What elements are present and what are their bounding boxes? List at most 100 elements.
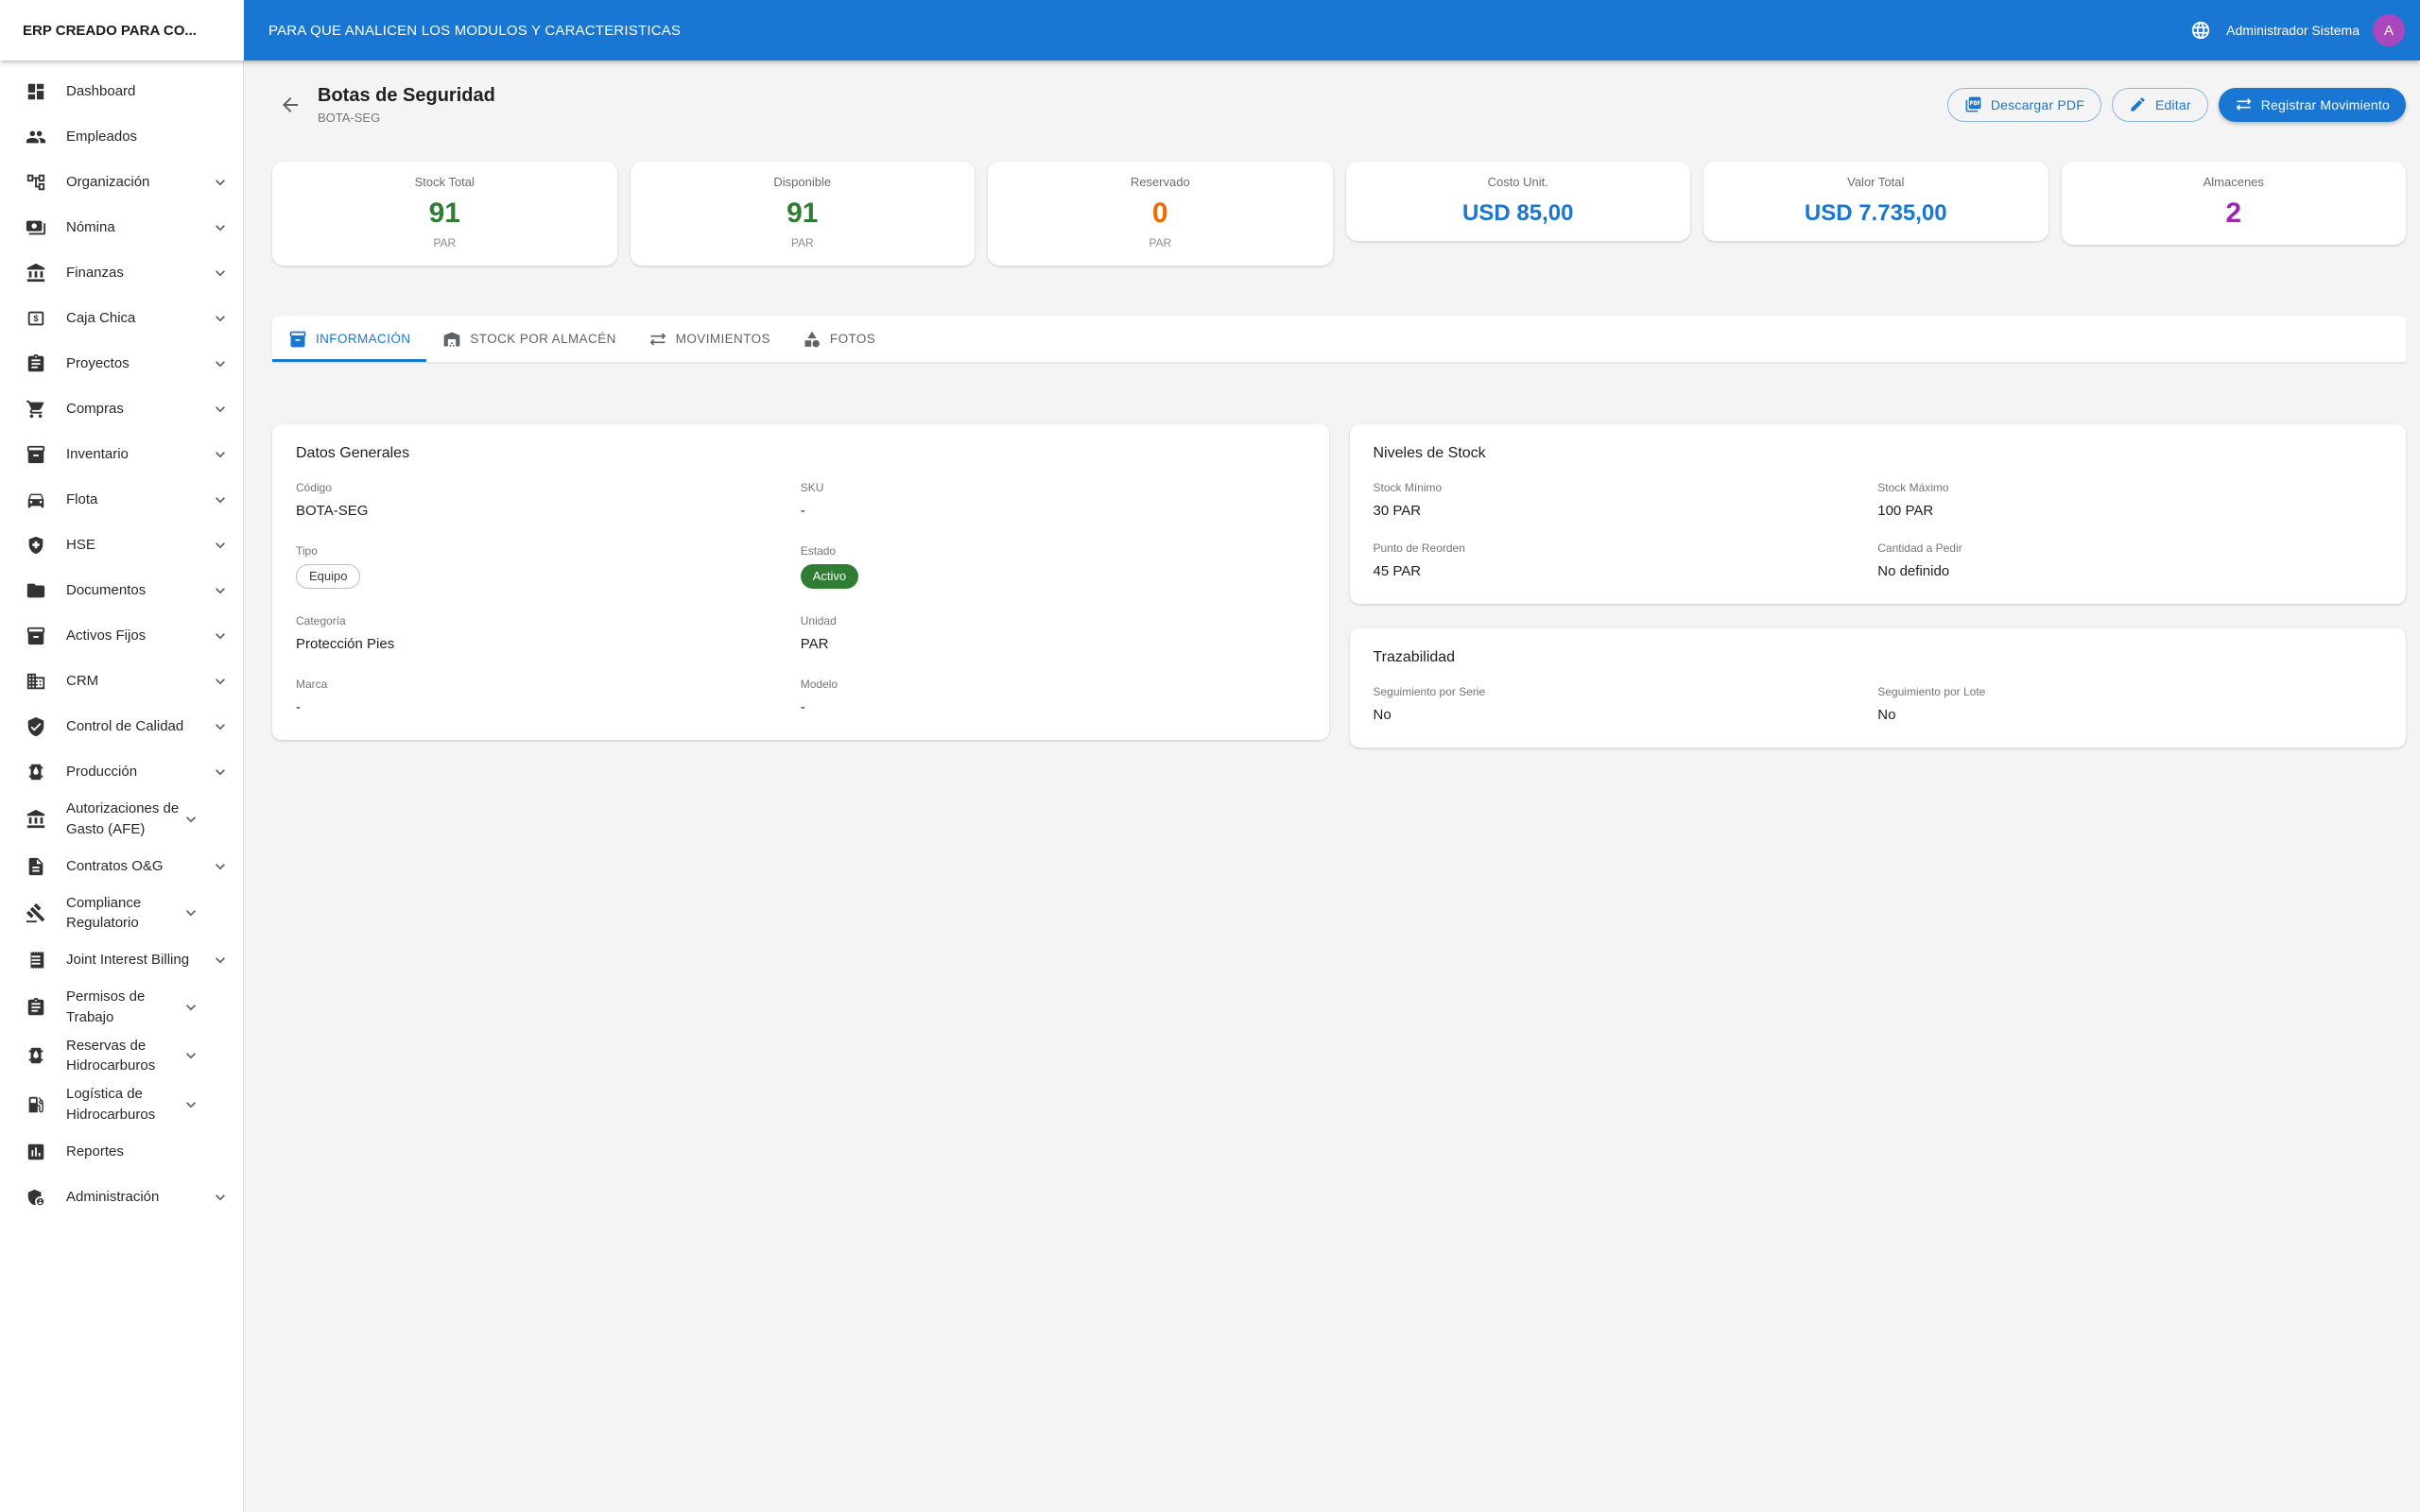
swap-icon: [2235, 95, 2253, 113]
chevron-down-icon: [211, 400, 230, 419]
field-punto-de-reorden: Punto de Reorden 45 PAR: [1374, 541, 1878, 579]
oil-barrel-icon: [26, 762, 48, 782]
tab-movimientos[interactable]: MOVIMIENTOS: [632, 317, 786, 362]
field-value: No: [1877, 707, 2382, 723]
app-name: ERP CREADO PARA CO...: [0, 0, 244, 60]
field-value: BOTA-SEG: [296, 503, 801, 519]
sidebar-item-documentos[interactable]: Documentos: [0, 568, 243, 613]
chevron-down-icon: [182, 810, 200, 829]
sidebar-item-caja-chica[interactable]: Caja Chica: [0, 296, 243, 341]
field-label: Punto de Reorden: [1374, 541, 1878, 555]
sidebar-item-hse[interactable]: HSE: [0, 523, 243, 568]
sidebar-item-label: Flota: [66, 490, 211, 510]
sidebar-item-control-de-calidad[interactable]: Control de Calidad: [0, 704, 243, 749]
sidebar-item-compliance-regulatorio[interactable]: Compliance Regulatorio: [0, 889, 243, 938]
tab-fotos[interactable]: FOTOS: [786, 317, 891, 362]
stat-card-stock-total: Stock Total 91 PAR: [272, 162, 617, 266]
inventory-box-icon: [26, 444, 48, 465]
download-pdf-button[interactable]: Descargar PDF: [1947, 88, 2101, 122]
sidebar-item-organizacion[interactable]: Organización: [0, 160, 243, 205]
chevron-down-icon: [211, 354, 230, 373]
sidebar-item-reservas-hidrocarburos[interactable]: Reservas de Hidrocarburos: [0, 1032, 243, 1081]
field-marca: Marca -: [296, 678, 801, 715]
people-icon: [26, 127, 48, 147]
topbar-banner: PARA QUE ANALICEN LOS MODULOS Y CARACTER…: [268, 23, 681, 39]
field-grid: Seguimiento por Serie No Seguimiento por…: [1374, 685, 2383, 723]
receipt-icon: [26, 950, 48, 971]
register-movement-button[interactable]: Registrar Movimiento: [2219, 88, 2406, 122]
sidebar-item-label: Reportes: [66, 1142, 230, 1162]
tab-informacion[interactable]: INFORMACIÓN: [272, 317, 426, 362]
inventory-box-icon: [288, 330, 307, 349]
sidebar-item-contratos-og[interactable]: Contratos O&G: [0, 844, 243, 889]
topbar: ERP CREADO PARA CO... PARA QUE ANALICEN …: [0, 0, 2420, 60]
sidebar-item-activos-fijos[interactable]: Activos Fijos: [0, 613, 243, 659]
sidebar-item-crm[interactable]: CRM: [0, 659, 243, 704]
edit-button[interactable]: Editar: [2112, 88, 2208, 122]
sidebar-item-permisos-de-trabajo[interactable]: Permisos de Trabajo: [0, 983, 243, 1032]
sidebar-item-empleados[interactable]: Empleados: [0, 114, 243, 160]
sidebar-item-proyectos[interactable]: Proyectos: [0, 341, 243, 387]
sidebar-item-inventario[interactable]: Inventario: [0, 432, 243, 477]
clipboard-icon: [26, 997, 48, 1018]
stat-unit: PAR: [280, 236, 610, 249]
sidebar-item-dashboard[interactable]: Dashboard: [0, 69, 243, 114]
sidebar-item-label: Logística de Hidrocarburos: [66, 1084, 182, 1125]
chevron-down-icon: [211, 672, 230, 691]
health-shield-icon: [26, 535, 48, 556]
field-grid: Stock Mínimo 30 PAR Stock Máximo 100 PAR…: [1374, 481, 2383, 579]
category-icon: [803, 330, 821, 349]
oil-barrel-icon: [26, 1045, 48, 1066]
panel-title: Niveles de Stock: [1374, 445, 2383, 462]
sidebar-item-label: Finanzas: [66, 263, 211, 284]
tab-stock-por-almacen[interactable]: STOCK POR ALMACÉN: [426, 317, 631, 362]
sidebar-item-produccion[interactable]: Producción: [0, 749, 243, 795]
chevron-down-icon: [211, 1188, 230, 1207]
chevron-down-icon: [211, 717, 230, 736]
bar-chart-icon: [26, 1142, 48, 1162]
document-icon: [26, 856, 48, 877]
stat-label: Costo Unit.: [1354, 175, 1684, 189]
field-value: -: [296, 699, 801, 715]
field-label: Unidad: [801, 614, 1305, 627]
field-value: No definido: [1877, 563, 2382, 579]
chevron-down-icon: [211, 173, 230, 192]
field-label: Tipo: [296, 544, 801, 558]
field-unidad: Unidad PAR: [801, 614, 1305, 652]
sidebar-item-flota[interactable]: Flota: [0, 477, 243, 523]
tab-label: MOVIMIENTOS: [676, 332, 770, 346]
page-actions: Descargar PDF Editar Registrar Movimient…: [1947, 88, 2406, 122]
field-label: Seguimiento por Lote: [1877, 685, 2382, 698]
avatar[interactable]: A: [2373, 14, 2405, 46]
tab-label: STOCK POR ALMACÉN: [470, 332, 615, 346]
field-tipo: Tipo Equipo: [296, 544, 801, 589]
dashboard-icon: [26, 81, 48, 102]
sidebar-item-administracion[interactable]: Administración: [0, 1175, 243, 1220]
bank-icon: [26, 263, 48, 284]
sidebar-item-nomina[interactable]: Nómina: [0, 205, 243, 250]
sidebar-item-label: Caja Chica: [66, 308, 211, 329]
chevron-down-icon: [211, 490, 230, 509]
chevron-down-icon: [211, 536, 230, 555]
sidebar-item-label: Administración: [66, 1187, 211, 1208]
sidebar-item-reportes[interactable]: Reportes: [0, 1129, 243, 1175]
field-label: Stock Máximo: [1877, 481, 2382, 494]
field-seguimiento-por-serie: Seguimiento por Serie No: [1374, 685, 1878, 723]
arrow-back-icon[interactable]: [279, 93, 303, 117]
field-label: Cantidad a Pedir: [1877, 541, 2382, 555]
sidebar-item-label: Organización: [66, 172, 211, 193]
sidebar-item-logistica-hidrocarburos[interactable]: Logística de Hidrocarburos: [0, 1080, 243, 1129]
sidebar-item-autorizaciones-afe[interactable]: Autorizaciones de Gasto (AFE): [0, 795, 243, 844]
sidebar-item-joint-interest-billing[interactable]: Joint Interest Billing: [0, 937, 243, 983]
stat-value: USD 7.735,00: [1711, 201, 2041, 225]
tipo-chip: Equipo: [296, 564, 360, 589]
sidebar-item-compras[interactable]: Compras: [0, 387, 243, 432]
stat-card-costo-unit: Costo Unit. USD 85,00: [1346, 162, 1691, 241]
user-name: Administrador Sistema: [2226, 23, 2360, 38]
globe-icon[interactable]: [2190, 19, 2213, 42]
sidebar-item-label: Dashboard: [66, 81, 230, 102]
sidebar-item-label: Documentos: [66, 580, 211, 601]
field-sku: SKU -: [801, 481, 1305, 519]
sidebar-item-label: Compliance Regulatorio: [66, 893, 182, 935]
sidebar-item-finanzas[interactable]: Finanzas: [0, 250, 243, 296]
